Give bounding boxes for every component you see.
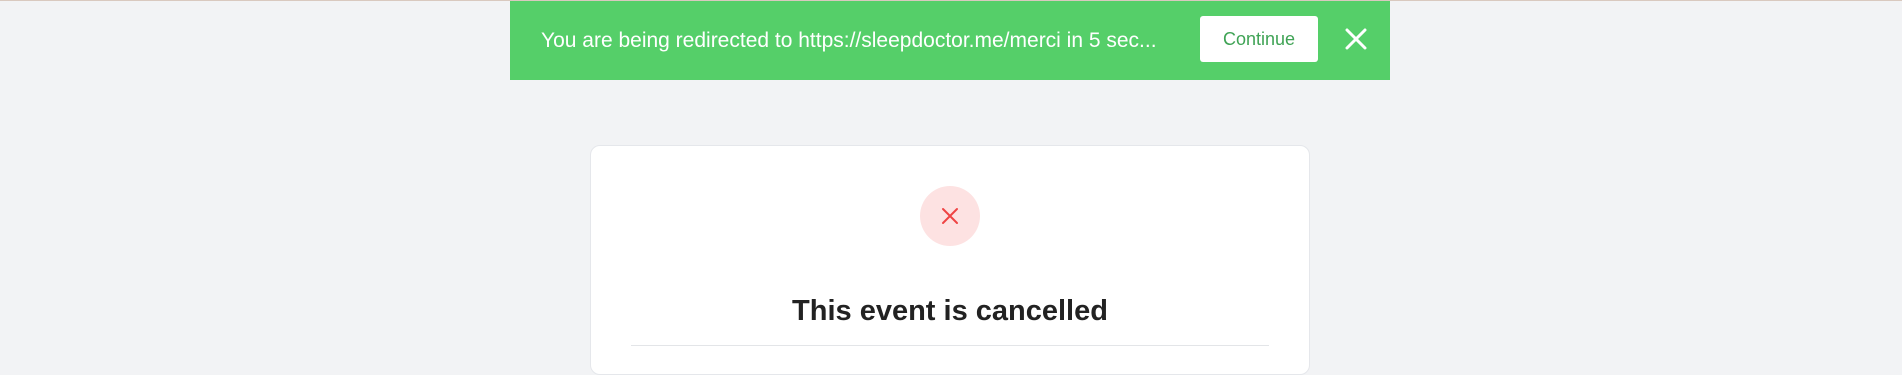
booking-status-card: This event is cancelled	[590, 145, 1310, 375]
divider	[631, 345, 1269, 346]
redirect-message: You are being redirected to https://slee…	[541, 29, 1157, 52]
redirect-banner: You are being redirected to https://slee…	[510, 1, 1390, 80]
cancelled-status-badge	[920, 186, 980, 246]
page-title: This event is cancelled	[792, 295, 1108, 328]
continue-button[interactable]: Continue	[1200, 16, 1318, 62]
close-icon	[942, 208, 958, 224]
close-icon	[1345, 28, 1367, 50]
close-banner-button[interactable]	[1339, 22, 1373, 56]
